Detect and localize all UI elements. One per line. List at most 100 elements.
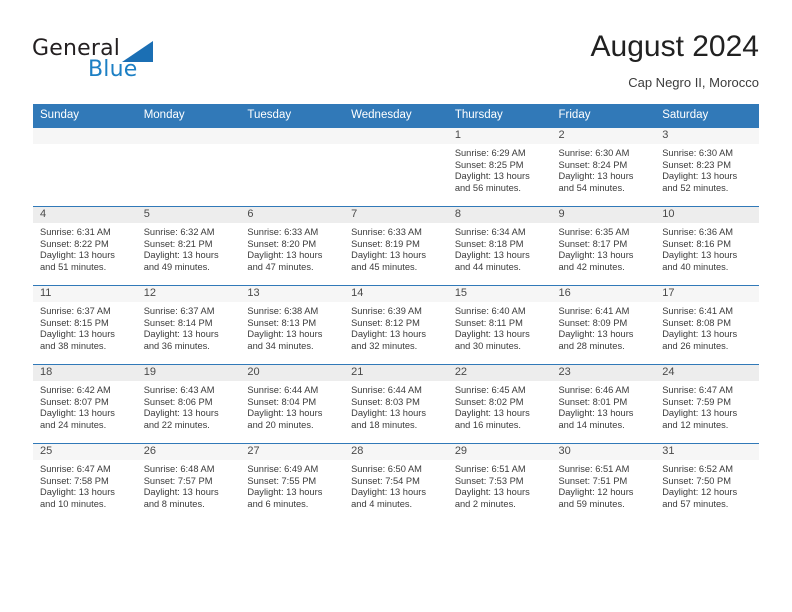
calendar-day-cell[interactable]: 7 Sunrise: 6:33 AM Sunset: 8:19 PM Daylight… [344,206,448,286]
day-details: Sunrise: 6:51 AM Sunset: 7:53 PM Daylight:… [448,460,552,510]
daylight-duration-line2: and 51 minutes. [40,261,107,272]
day-number: 22 [447,365,552,381]
calendar-day-cell[interactable]: 15 Sunrise: 6:40 AM Sunset: 8:11 PM Dayligh… [447,285,552,365]
day-details: Sunrise: 6:42 AM Sunset: 8:07 PM Daylight:… [33,381,137,431]
sunset-time: Sunset: 7:51 PM [558,475,628,486]
day-number: 24 [655,365,759,381]
calendar-day-cell[interactable]: 24 Sunrise: 6:47 AM Sunset: 7:59 PM Dayligh… [655,364,759,444]
day-number: 12 [136,286,241,302]
calendar-day-cell[interactable]: 14 Sunrise: 6:39 AM Sunset: 8:12 PM Dayligh… [344,285,448,365]
day-number: 25 [33,444,137,460]
daylight-duration-line2: and 4 minutes. [351,498,413,509]
calendar-day-cell[interactable]: 10 Sunrise: 6:36 AM Sunset: 8:16 PM Dayligh… [655,206,759,286]
calendar-grid: Sunday Monday Tuesday Wednesday Thursday… [33,104,759,522]
weekday-header-saturday: Saturday [655,104,759,128]
day-details: Sunrise: 6:48 AM Sunset: 7:57 PM Daylight:… [137,460,241,510]
calendar-day-cell[interactable]: 25 Sunrise: 6:47 AM Sunset: 7:58 PM Dayligh… [33,443,137,522]
day-details: Sunrise: 6:45 AM Sunset: 8:02 PM Daylight:… [448,381,552,431]
calendar-day-cell[interactable]: 18 Sunrise: 6:42 AM Sunset: 8:07 PM Dayligh… [33,364,137,444]
day-details: Sunrise: 6:35 AM Sunset: 8:17 PM Daylight:… [552,223,656,273]
day-number: 29 [447,444,552,460]
day-number: 18 [33,365,137,381]
daylight-duration-line2: and 2 minutes. [454,498,516,509]
sunrise-time: Sunrise: 6:37 AM [40,306,111,316]
calendar-day-cell[interactable]: 27 Sunrise: 6:49 AM Sunset: 7:55 PM Dayligh… [240,443,345,522]
calendar-day-cell[interactable]: 3 Sunrise: 6:30 AM Sunset: 8:23 PM Daylight… [655,127,759,207]
daylight-duration-line2: and 26 minutes. [662,340,729,351]
daylight-duration-line1: Daylight: 13 hours [351,408,427,419]
daylight-duration-line2: and 12 minutes. [662,419,729,430]
calendar-week-row: 1 Sunrise: 6:29 AM Sunset: 8:25 PM Daylight… [33,127,759,207]
day-number: 26 [136,444,241,460]
calendar-day-cell[interactable]: 20 Sunrise: 6:44 AM Sunset: 8:04 PM Dayligh… [240,364,345,444]
day-number: 30 [551,444,656,460]
sunset-time: Sunset: 7:58 PM [40,475,109,486]
day-details: Sunrise: 6:30 AM Sunset: 8:23 PM Daylight:… [655,144,759,194]
sunset-time: Sunset: 8:02 PM [454,396,524,407]
daylight-duration-line1: Daylight: 13 hours [351,329,427,340]
calendar-day-cell[interactable]: 6 Sunrise: 6:33 AM Sunset: 8:20 PM Daylight… [240,206,345,286]
sunset-time: Sunset: 8:18 PM [454,238,524,249]
calendar-cell-empty [33,127,137,207]
calendar-day-cell[interactable]: 30 Sunrise: 6:51 AM Sunset: 7:51 PM Dayligh… [551,443,656,522]
day-details: Sunrise: 6:52 AM Sunset: 7:50 PM Daylight:… [655,460,759,510]
sunset-time: Sunset: 7:53 PM [454,475,524,486]
sunrise-time: Sunrise: 6:43 AM [143,385,215,395]
day-details: Sunrise: 6:40 AM Sunset: 8:11 PM Daylight:… [448,302,552,352]
calendar-day-cell[interactable]: 4 Sunrise: 6:31 AM Sunset: 8:22 PM Daylight… [33,206,137,286]
general-blue-logo[interactable]: General Blue [32,36,212,88]
calendar-day-cell[interactable]: 5 Sunrise: 6:32 AM Sunset: 8:21 PM Daylight… [136,206,241,286]
daylight-duration-line2: and 8 minutes. [143,498,205,509]
daylight-duration-line1: Daylight: 13 hours [247,329,323,340]
day-details: Sunrise: 6:41 AM Sunset: 8:09 PM Daylight:… [552,302,656,352]
sunset-time: Sunset: 8:13 PM [247,317,317,328]
calendar-day-cell[interactable]: 28 Sunrise: 6:50 AM Sunset: 7:54 PM Dayligh… [344,443,448,522]
day-details: Sunrise: 6:33 AM Sunset: 8:20 PM Daylight:… [240,223,344,273]
calendar-cell-empty [136,127,241,207]
daylight-duration-line1: Daylight: 13 hours [558,408,634,419]
daylight-duration-line1: Daylight: 13 hours [558,250,634,261]
calendar-day-cell[interactable]: 31 Sunrise: 6:52 AM Sunset: 7:50 PM Dayligh… [655,443,759,522]
daylight-duration-line1: Daylight: 13 hours [143,408,219,419]
calendar-day-cell[interactable]: 21 Sunrise: 6:44 AM Sunset: 8:03 PM Dayligh… [344,364,448,444]
daylight-duration-line1: Daylight: 12 hours [558,487,634,498]
calendar-day-cell[interactable]: 12 Sunrise: 6:37 AM Sunset: 8:14 PM Dayligh… [136,285,241,365]
calendar-day-cell[interactable]: 13 Sunrise: 6:38 AM Sunset: 8:13 PM Dayligh… [240,285,345,365]
calendar-week-row: 25 Sunrise: 6:47 AM Sunset: 7:58 PM Dayligh… [33,443,759,522]
calendar-day-cell[interactable]: 11 Sunrise: 6:37 AM Sunset: 8:15 PM Dayligh… [33,285,137,365]
day-details: Sunrise: 6:47 AM Sunset: 7:59 PM Daylight:… [655,381,759,431]
daylight-duration-line1: Daylight: 13 hours [143,250,219,261]
day-details: Sunrise: 6:33 AM Sunset: 8:19 PM Daylight:… [344,223,448,273]
calendar-day-cell[interactable]: 23 Sunrise: 6:46 AM Sunset: 8:01 PM Dayligh… [551,364,656,444]
weekday-header-sunday: Sunday [33,104,137,128]
calendar-day-cell[interactable]: 8 Sunrise: 6:34 AM Sunset: 8:18 PM Daylight… [447,206,552,286]
day-number: 31 [655,444,759,460]
calendar-day-cell[interactable]: 26 Sunrise: 6:48 AM Sunset: 7:57 PM Dayligh… [136,443,241,522]
sunrise-time: Sunrise: 6:32 AM [143,227,215,237]
sunrise-time: Sunrise: 6:41 AM [558,306,630,316]
daylight-duration-line1: Daylight: 13 hours [662,250,738,261]
daylight-duration-line2: and 10 minutes. [40,498,107,509]
calendar-day-cell[interactable]: 9 Sunrise: 6:35 AM Sunset: 8:17 PM Daylight… [551,206,656,286]
sunset-time: Sunset: 8:16 PM [662,238,731,249]
day-number: 23 [551,365,656,381]
sunset-time: Sunset: 8:23 PM [662,159,731,170]
calendar-day-cell[interactable]: 17 Sunrise: 6:41 AM Sunset: 8:08 PM Dayligh… [655,285,759,365]
calendar-day-cell[interactable]: 22 Sunrise: 6:45 AM Sunset: 8:02 PM Dayligh… [447,364,552,444]
calendar-day-cell[interactable]: 2 Sunrise: 6:30 AM Sunset: 8:24 PM Daylight… [551,127,656,207]
daylight-duration-line1: Daylight: 13 hours [351,487,427,498]
calendar-day-cell[interactable]: 1 Sunrise: 6:29 AM Sunset: 8:25 PM Daylight… [447,127,552,207]
sunrise-time: Sunrise: 6:47 AM [40,464,111,474]
daylight-duration-line2: and 47 minutes. [247,261,314,272]
sunrise-time: Sunrise: 6:37 AM [143,306,215,316]
daylight-duration-line2: and 18 minutes. [351,419,418,430]
sunset-time: Sunset: 8:20 PM [247,238,317,249]
calendar-day-cell[interactable]: 29 Sunrise: 6:51 AM Sunset: 7:53 PM Dayligh… [447,443,552,522]
sunset-time: Sunset: 8:04 PM [247,396,317,407]
day-details: Sunrise: 6:50 AM Sunset: 7:54 PM Daylight:… [344,460,448,510]
day-details: Sunrise: 6:49 AM Sunset: 7:55 PM Daylight:… [240,460,344,510]
daylight-duration-line1: Daylight: 13 hours [662,329,738,340]
day-details: Sunrise: 6:43 AM Sunset: 8:06 PM Daylight:… [137,381,241,431]
calendar-day-cell[interactable]: 19 Sunrise: 6:43 AM Sunset: 8:06 PM Dayligh… [136,364,241,444]
calendar-day-cell[interactable]: 16 Sunrise: 6:41 AM Sunset: 8:09 PM Dayligh… [551,285,656,365]
